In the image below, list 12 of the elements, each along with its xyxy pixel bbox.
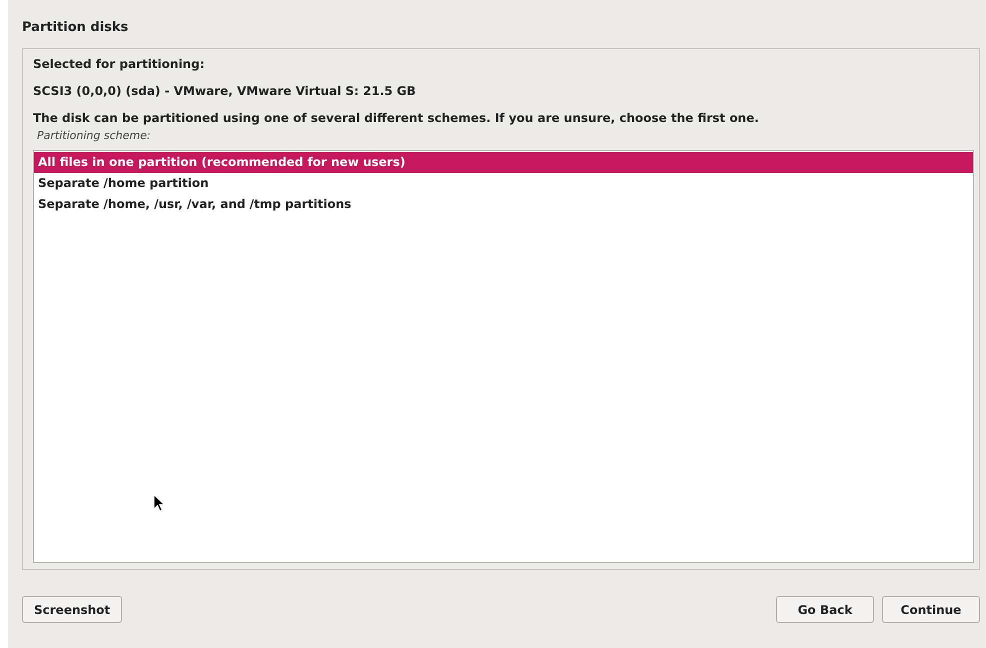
dialog-button[interactable]: Continue xyxy=(882,596,980,623)
mouse-pointer-icon xyxy=(154,495,165,512)
dialog-button[interactable]: Go Back xyxy=(776,596,874,623)
disk-name: SCSI3 (0,0,0) (sda) - VMware, VMware Virtual S: 21.5 GB xyxy=(33,84,417,98)
scheme-option[interactable]: All files in one partition (recommended for new users) xyxy=(34,152,973,173)
description-text: The disk can be partitioned using one of several different schemes. If you are unsure, choose the first one. xyxy=(33,111,760,125)
screenshot-button[interactable]: Screenshot xyxy=(22,596,122,623)
scheme-option[interactable]: Separate /home partition xyxy=(34,173,973,194)
section-label: Selected for partitioning: xyxy=(33,57,206,71)
scheme-option[interactable]: Separate /home, /usr, /var, and /tmp partitions xyxy=(34,194,973,215)
window-title: Partition disks xyxy=(22,20,130,37)
list-label: Partitioning scheme: xyxy=(37,129,152,142)
